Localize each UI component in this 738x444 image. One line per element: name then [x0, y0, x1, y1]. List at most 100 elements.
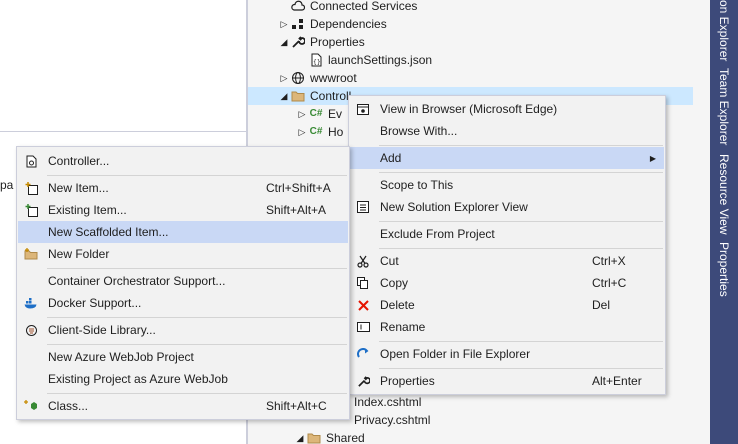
shortcut-text: Shift+Alt+C [266, 399, 327, 413]
collapse-arrow-icon[interactable]: ◢ [278, 87, 290, 105]
menu-item-label: Exclude From Project [380, 227, 495, 241]
tree-item-launchsettings[interactable]: {} launchSettings.json [296, 51, 432, 69]
expander [278, 0, 290, 15]
menu-item-browse-with[interactable]: Browse With... [350, 120, 664, 142]
add-submenu: Controller... New Item... Ctrl+Shift+A E… [16, 146, 350, 420]
menu-item-label: View in Browser (Microsoft Edge) [380, 102, 558, 116]
class-icon [18, 395, 44, 417]
tab-solution-explorer[interactable]: on Explorer [710, 0, 738, 61]
menu-item-label: Add [380, 151, 402, 165]
menu-item-add[interactable]: Add ▶ [350, 147, 664, 169]
menu-item-copy[interactable]: Copy Ctrl+C [350, 272, 664, 294]
tree-item-homecontroller[interactable]: ▷ C# Ho [296, 123, 344, 141]
menu-item-label: Properties [380, 374, 435, 388]
new-folder-icon [18, 243, 44, 265]
expand-arrow-icon[interactable]: ▷ [278, 69, 290, 87]
menu-item-new-solution-explorer-view[interactable]: New Solution Explorer View [350, 196, 664, 218]
menu-item-label: Open Folder in File Explorer [380, 347, 531, 361]
empty-icon-slot [350, 174, 376, 196]
menu-item-label: Existing Project as Azure WebJob [48, 372, 228, 386]
collapse-arrow-icon[interactable]: ◢ [294, 429, 306, 444]
submenu-item-new-scaffolded-item[interactable]: New Scaffolded Item... [18, 221, 348, 243]
menu-separator [379, 172, 663, 173]
tree-item-properties[interactable]: ◢ Properties [278, 33, 365, 51]
menu-item-open-folder-in-file-explorer[interactable]: Open Folder in File Explorer [350, 343, 664, 365]
folder-icon [290, 88, 306, 104]
tree-item-shared[interactable]: ◢ Shared [294, 429, 365, 444]
shortcut-text: Ctrl+Shift+A [266, 181, 331, 195]
tab-resource-view[interactable]: Resource View [710, 154, 738, 234]
menu-item-label: Cut [380, 254, 399, 268]
submenu-item-client-side-library[interactable]: Client-Side Library... [18, 319, 348, 341]
submenu-item-docker-support[interactable]: Docker Support... [18, 292, 348, 314]
menu-item-label: Delete [380, 298, 415, 312]
existing-item-icon [18, 199, 44, 221]
menu-item-label: Client-Side Library... [48, 323, 156, 337]
wrench-icon [350, 370, 376, 392]
menu-item-label: New Scaffolded Item... [48, 225, 169, 239]
tree-item-label: Ev [328, 107, 343, 121]
view-in-browser-icon [350, 98, 376, 120]
dependencies-icon [290, 16, 306, 32]
menu-separator [379, 221, 663, 222]
menu-item-exclude-from-project[interactable]: Exclude From Project [350, 223, 664, 245]
menu-item-label: Rename [380, 320, 426, 334]
submenu-item-class[interactable]: Class... Shift+Alt+C [18, 395, 348, 417]
submenu-item-existing-project-as-azure-webjob[interactable]: Existing Project as Azure WebJob [18, 368, 348, 390]
submenu-item-container-orchestrator-support[interactable]: Container Orchestrator Support... [18, 270, 348, 292]
menu-item-scope-to-this[interactable]: Scope to This [350, 174, 664, 196]
menu-item-rename[interactable]: Rename [350, 316, 664, 338]
tree-item-privacy-cshtml[interactable]: Privacy.cshtml [354, 411, 430, 429]
submenu-item-controller[interactable]: Controller... [18, 150, 348, 172]
menu-separator [47, 175, 347, 176]
menu-item-cut[interactable]: Cut Ctrl+X [350, 250, 664, 272]
tab-label: Resource View [717, 154, 731, 235]
empty-icon-slot [350, 223, 376, 245]
collapse-arrow-icon[interactable]: ◢ [278, 33, 290, 51]
empty-icon-slot [18, 270, 44, 292]
menu-item-label: New Item... [48, 181, 109, 195]
tree-item-label: Controll [310, 89, 352, 103]
shortcut-text: Shift+Alt+A [266, 203, 327, 217]
empty-icon-slot [350, 147, 376, 169]
tree-item-label: launchSettings.json [328, 53, 433, 67]
new-item-icon [18, 177, 44, 199]
submenu-item-new-azure-webjob-project[interactable]: New Azure WebJob Project [18, 346, 348, 368]
tab-properties[interactable]: Properties [710, 242, 738, 297]
menu-item-properties[interactable]: Properties Alt+Enter [350, 370, 664, 392]
menu-item-label: Container Orchestrator Support... [48, 274, 226, 288]
submenu-arrow-icon: ▶ [649, 153, 656, 163]
expand-arrow-icon[interactable]: ▷ [278, 15, 290, 33]
tab-team-explorer[interactable]: Team Explorer [710, 68, 738, 145]
shortcut-text: Ctrl+C [592, 276, 627, 290]
tab-label: Team Explorer [717, 68, 731, 146]
csharp-file-icon: C# [309, 126, 323, 137]
controller-icon [18, 150, 44, 172]
tree-item-connected-services[interactable]: Connected Services [278, 0, 417, 15]
submenu-item-new-item[interactable]: New Item... Ctrl+Shift+A [18, 177, 348, 199]
client-library-icon [18, 319, 44, 341]
shortcut-text: Del [592, 298, 611, 312]
cloud-icon [290, 0, 306, 14]
folder-icon [306, 430, 322, 444]
menu-item-delete[interactable]: Delete Del [350, 294, 664, 316]
tree-item-dependencies[interactable]: ▷ Dependencies [278, 15, 387, 33]
tree-item-label: wwwroot [310, 71, 357, 85]
globe-icon [290, 70, 306, 86]
tree-item-label: Dependencies [310, 17, 387, 31]
menu-separator [47, 268, 347, 269]
empty-icon-slot [18, 346, 44, 368]
expand-arrow-icon[interactable]: ▷ [296, 105, 308, 123]
menu-item-view-in-browser[interactable]: View in Browser (Microsoft Edge) [350, 98, 664, 120]
expand-arrow-icon[interactable]: ▷ [296, 123, 308, 141]
delete-x-icon [350, 294, 376, 316]
wrench-icon [290, 34, 306, 50]
tree-item-eventcontroller[interactable]: ▷ C# Ev [296, 105, 342, 123]
submenu-item-existing-item[interactable]: Existing Item... Shift+Alt+A [18, 199, 348, 221]
tree-item-index-cshtml[interactable]: Index.cshtml [354, 393, 421, 411]
csharp-file-icon: C# [309, 108, 323, 119]
rename-icon [350, 316, 376, 338]
submenu-item-new-folder[interactable]: New Folder [18, 243, 348, 265]
menu-item-label: Class... [48, 399, 89, 413]
tree-item-wwwroot[interactable]: ▷ wwwroot [278, 69, 357, 87]
